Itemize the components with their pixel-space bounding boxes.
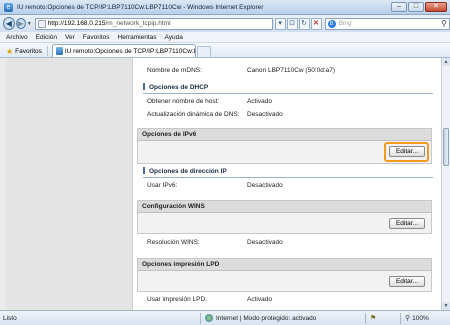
wins-resolution-value: Desactivado xyxy=(247,239,283,246)
title-bar: e IU remoto:Opciones de TCP/IP:LBP7110Cw… xyxy=(0,0,450,15)
window-title: IU remoto:Opciones de TCP/IP:LBP7110Cw:L… xyxy=(17,3,264,11)
scroll-up-icon[interactable]: ▲ xyxy=(442,58,450,66)
compatibility-icon[interactable]: ⊡ xyxy=(286,17,298,30)
zoom-control[interactable]: ⚲ 100% xyxy=(405,314,429,323)
stop-icon[interactable]: ✕ xyxy=(310,17,322,30)
lpd-panel: Opciones impresión LPD Editar... xyxy=(137,258,432,292)
globe-icon xyxy=(205,314,213,322)
wins-panel-title: Configuración WINS xyxy=(138,201,431,213)
address-toolbar: ◀ ▶ ▼ http://192.168.0.215/m_network_tcp… xyxy=(0,15,450,32)
url-host: http://192.168.0.215 xyxy=(47,20,106,27)
menu-herramientas[interactable]: Herramientas xyxy=(118,34,157,41)
ip-section-title: Opciones de dirección IP xyxy=(143,167,227,175)
divider xyxy=(400,313,401,324)
browser-tab[interactable]: IU remoto:Opciones de TCP/IP:LBP7110Cw:L… xyxy=(51,44,196,57)
lpd-panel-title: Opciones impresión LPD xyxy=(138,259,431,271)
page-viewport: Nombre de mDNS: Canon LBP7110Cw (50:0d:a… xyxy=(0,58,441,310)
left-navigation-area xyxy=(0,58,133,310)
favorites-bar: ★ Favoritos IU remoto:Opciones de TCP/IP… xyxy=(0,43,450,58)
dns-update-label: Actualización dinámica de DNS: xyxy=(147,111,240,118)
highlight-frame xyxy=(384,142,429,162)
history-dropdown-icon[interactable]: ▼ xyxy=(27,21,32,27)
favorites-button[interactable]: ★ Favoritos xyxy=(6,45,42,57)
lpd-use-label: Usar impresión LPD: xyxy=(147,296,207,303)
menu-bar: Archivo Edición Ver Favoritos Herramient… xyxy=(0,32,450,43)
divider xyxy=(143,93,433,94)
use-ipv6-label: Usar IPv6: xyxy=(147,182,178,189)
wins-edit-button[interactable]: Editar... xyxy=(389,218,425,229)
forward-button[interactable]: ▶ xyxy=(15,18,26,29)
dns-update-value: Desactivado xyxy=(247,111,283,118)
maximize-button[interactable]: □ xyxy=(408,2,424,12)
menu-favoritos[interactable]: Favoritos xyxy=(83,34,110,41)
address-dropdown-icon[interactable]: ▾ xyxy=(274,17,286,30)
menu-ayuda[interactable]: Ayuda xyxy=(165,34,183,41)
zoom-level: 100% xyxy=(412,314,429,322)
new-tab-button[interactable] xyxy=(196,46,211,57)
menu-edicion[interactable]: Edición xyxy=(36,34,57,41)
wins-panel: Configuración WINS Editar... xyxy=(137,200,432,234)
wins-resolution-label: Resolución WINS: xyxy=(147,239,200,246)
menu-archivo[interactable]: Archivo xyxy=(6,34,28,41)
use-ipv6-value: Desactivado xyxy=(247,182,283,189)
favorites-label: Favoritos xyxy=(15,47,42,55)
security-zone[interactable]: Internet | Modo protegido: activado xyxy=(205,314,316,322)
scroll-thumb[interactable] xyxy=(443,128,449,166)
page-icon xyxy=(37,19,46,28)
search-input[interactable]: b Bing ⚲ xyxy=(324,17,450,30)
close-button[interactable]: ✕ xyxy=(425,2,447,12)
dhcp-section-title: Opciones de DHCP xyxy=(143,83,208,91)
window-controls: – □ ✕ xyxy=(391,2,447,12)
divider xyxy=(46,46,48,56)
hostname-label: Obtener nombre de host: xyxy=(147,98,220,105)
search-placeholder: Bing xyxy=(338,20,352,27)
lpd-edit-button[interactable]: Editar... xyxy=(389,276,425,287)
address-input[interactable]: http://192.168.0.215/m_network_tcpip.htm… xyxy=(34,17,273,30)
content-area: Nombre de mDNS: Canon LBP7110Cw (50:0d:a… xyxy=(133,58,441,310)
refresh-icon[interactable]: ↻ xyxy=(298,17,310,30)
vertical-scrollbar[interactable]: ▲ ▼ xyxy=(441,58,450,310)
ie-app-icon: e xyxy=(4,2,13,12)
status-text: Listo xyxy=(3,314,17,322)
hostname-value: Activado xyxy=(247,98,272,105)
tab-label: IU remoto:Opciones de TCP/IP:LBP7110Cw:L… xyxy=(64,47,195,55)
tab-page-icon xyxy=(55,47,63,55)
minimize-button[interactable]: – xyxy=(391,2,407,12)
divider xyxy=(143,177,433,178)
divider xyxy=(200,313,201,324)
status-bar: Listo Internet | Modo protegido: activad… xyxy=(0,310,450,325)
ipv6-panel-title: Opciones de IPv6 xyxy=(138,129,431,141)
bing-icon: b xyxy=(327,19,336,28)
lpd-use-value: Activado xyxy=(247,296,272,303)
star-icon: ★ xyxy=(6,46,14,56)
back-button[interactable]: ◀ xyxy=(3,17,15,30)
search-icon[interactable]: ⚲ xyxy=(441,19,447,28)
mdns-label: Nombre de mDNS: xyxy=(147,67,202,74)
menu-ver[interactable]: Ver xyxy=(65,34,75,41)
magnifier-icon: ⚲ xyxy=(405,315,411,322)
url-path: /m_network_tcpip.html xyxy=(105,20,171,27)
mdns-value: Canon LBP7110Cw (50:0d:a7) xyxy=(247,67,336,74)
divider xyxy=(365,313,366,324)
security-zone-text: Internet | Modo protegido: activado xyxy=(216,314,317,322)
protected-mode-icon[interactable]: ⚑ xyxy=(370,314,376,322)
scroll-down-icon[interactable]: ▼ xyxy=(442,302,450,310)
